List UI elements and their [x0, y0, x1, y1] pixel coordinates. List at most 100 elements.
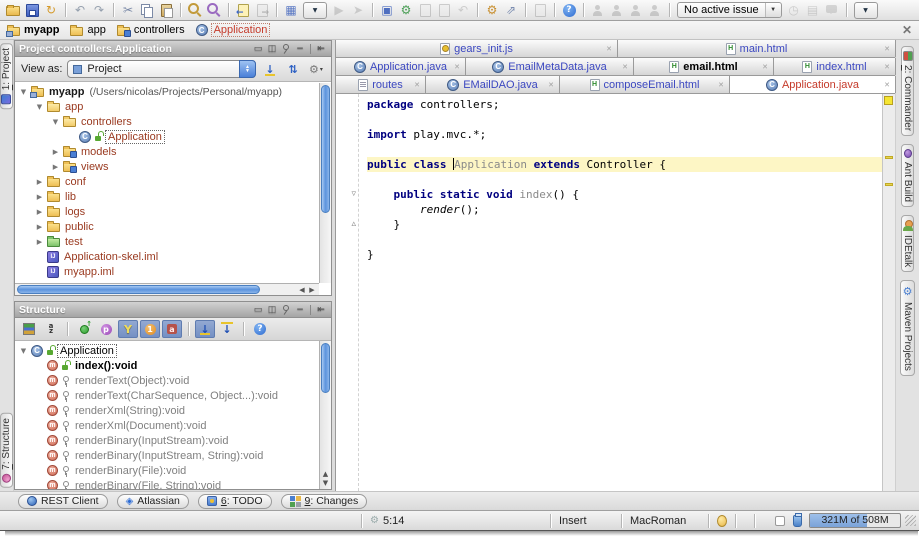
expander-icon[interactable]: ▶	[51, 163, 60, 171]
run-configurations-icon[interactable]: ▦	[282, 2, 300, 19]
editor-tab[interactable]: composeEmail.html✕	[560, 76, 730, 93]
show-fields-icon[interactable]	[74, 320, 94, 338]
status-checkbox[interactable]	[775, 516, 785, 526]
resize-grip[interactable]	[905, 515, 916, 526]
debug-icon[interactable]: ➤	[349, 2, 367, 19]
replace-icon[interactable]	[205, 2, 223, 19]
close-tab-icon[interactable]: ✕	[606, 45, 612, 53]
close-tab-icon[interactable]: ✕	[622, 63, 628, 71]
autoscroll-to-source-icon[interactable]	[195, 320, 215, 338]
scroll-left-icon[interactable]: ◀	[297, 285, 307, 295]
dock-icon[interactable]: ◫	[266, 43, 278, 54]
find-icon[interactable]	[186, 2, 204, 19]
redo-icon[interactable]: ↷	[90, 2, 108, 19]
project-tree-row[interactable]: ▶views	[15, 159, 319, 174]
structure-tree-row[interactable]: renderBinary(File, String):void	[15, 478, 319, 489]
show-properties-icon[interactable]	[96, 320, 116, 338]
code-area[interactable]: package controllers; import play.mvc.*; …	[358, 94, 882, 491]
minimize-icon[interactable]: −	[294, 304, 306, 315]
editor[interactable]: ▿ ▵ package controllers; import play.mvc.…	[336, 94, 895, 491]
overflow-dropdown-icon[interactable]	[854, 2, 878, 19]
insert-mode[interactable]: Insert	[551, 511, 621, 530]
tool-stripe-button[interactable]: IDEtalk	[901, 215, 914, 272]
project-tree-row[interactable]: ▼controllers	[15, 114, 319, 129]
editor-tab[interactable]: EmailMetaData.java✕	[466, 58, 634, 75]
idetalk-status[interactable]	[709, 511, 735, 530]
error-stripe-mark[interactable]	[885, 183, 893, 186]
back-icon[interactable]	[234, 2, 252, 19]
sort-alpha-icon[interactable]	[41, 320, 61, 338]
structure-tree-row[interactable]: renderBinary(InputStream, String):void	[15, 448, 319, 463]
project-tree-row[interactable]: ▶lib	[15, 189, 319, 204]
close-icon[interactable]: ✕	[902, 23, 912, 37]
comment-icon[interactable]	[823, 2, 841, 19]
module-icon[interactable]: ▣	[378, 2, 396, 19]
close-tab-icon[interactable]: ✕	[414, 81, 420, 89]
structure-panel-header[interactable]: Structure ▭◫−⇤	[15, 302, 331, 318]
show-inherited-icon[interactable]	[118, 320, 138, 338]
close-tab-icon[interactable]: ✕	[884, 63, 890, 71]
float-icon[interactable]: ▭	[252, 304, 264, 315]
synchronize-icon[interactable]: ↻	[42, 2, 60, 19]
project-tree-row[interactable]: ▼myapp (/Users/nicolas/Projects/Personal…	[15, 84, 319, 99]
structure-tree-row[interactable]: renderText(CharSequence, Object...):void	[15, 388, 319, 403]
forward-icon[interactable]	[253, 2, 271, 19]
scroll-down-icon[interactable]: ▼	[320, 478, 331, 488]
project-tree-row[interactable]: Application	[15, 129, 319, 144]
scrollbar-thumb[interactable]	[17, 285, 260, 294]
project-tree-row[interactable]: ▶logs	[15, 204, 319, 219]
user-4-icon[interactable]	[646, 2, 664, 19]
structure-tree-row[interactable]: renderText(Object):void	[15, 373, 319, 388]
caret-position[interactable]: ⚙5:14	[362, 511, 550, 530]
expander-icon[interactable]: ▶	[35, 208, 44, 216]
structure-tree-row[interactable]: ▼Application	[15, 343, 319, 358]
update-icon[interactable]	[435, 2, 453, 19]
pin-icon[interactable]	[280, 304, 292, 315]
hector-inspector-icon[interactable]	[793, 515, 802, 527]
expander-icon[interactable]: ▼	[51, 118, 60, 126]
commit-icon[interactable]	[416, 2, 434, 19]
expander-icon[interactable]: ▶	[35, 178, 44, 186]
expander-icon[interactable]: ▶	[51, 148, 60, 156]
settings-icon[interactable]: ⚙	[483, 2, 501, 19]
editor-tab[interactable]: main.html✕	[618, 40, 896, 57]
fold-open-icon[interactable]: ▿	[351, 187, 356, 202]
cut-icon[interactable]: ✂	[119, 2, 137, 19]
undo-icon[interactable]: ↶	[71, 2, 89, 19]
paste-icon[interactable]	[157, 2, 175, 19]
structure-tree-row[interactable]: renderBinary(File):void	[15, 463, 319, 478]
export-html-icon[interactable]	[531, 2, 549, 19]
close-tab-icon[interactable]: ✕	[884, 81, 890, 89]
tasks-icon[interactable]: ▤	[804, 2, 822, 19]
project-tree-row[interactable]: myapp.iml	[15, 264, 319, 279]
breadcrumb-item[interactable]: Application	[196, 24, 270, 36]
expander-icon[interactable]: ▶	[35, 238, 44, 246]
project-panel-header[interactable]: Project controllers.Application ▭◫−⇤	[15, 41, 331, 57]
tool-stripe-button[interactable]: Maven Projects	[900, 280, 915, 376]
open-folder-icon[interactable]	[4, 2, 22, 19]
fold-close-icon[interactable]: ▵	[351, 217, 356, 232]
help-icon[interactable]	[560, 2, 578, 19]
scroll-right-icon[interactable]: ▶	[307, 285, 317, 295]
expander-icon[interactable]: ▼	[19, 88, 28, 96]
project-settings-icon[interactable]: ⚙	[397, 2, 415, 19]
file-encoding[interactable]: MacRoman	[622, 511, 708, 530]
editor-tab[interactable]: EMailDAO.java✕	[426, 76, 560, 93]
memory-indicator[interactable]: 321M of 508M	[809, 513, 901, 528]
project-tree-row[interactable]: ▶conf	[15, 174, 319, 189]
project-tree-row[interactable]: ▼app	[15, 99, 319, 114]
user-3-icon[interactable]	[627, 2, 645, 19]
help-icon[interactable]	[250, 320, 270, 338]
project-horizontal-scrollbar[interactable]: ◀▶	[15, 283, 319, 295]
breadcrumb-item[interactable]: controllers	[117, 24, 185, 36]
project-tree-row[interactable]: ▶public	[15, 219, 319, 234]
settings-gear-icon[interactable]: ⚙▾	[307, 60, 325, 78]
dock-icon[interactable]: ◫	[266, 304, 278, 315]
config-dropdown-icon[interactable]	[303, 2, 327, 19]
expander-icon[interactable]: ▼	[35, 103, 44, 111]
scrollbar-thumb[interactable]	[321, 343, 330, 393]
editor-tab[interactable]: email.html✕	[634, 58, 774, 75]
breadcrumb-item[interactable]: app	[70, 24, 105, 36]
float-icon[interactable]: ▭	[252, 43, 264, 54]
editor-tab[interactable]: routes✕	[336, 76, 426, 93]
